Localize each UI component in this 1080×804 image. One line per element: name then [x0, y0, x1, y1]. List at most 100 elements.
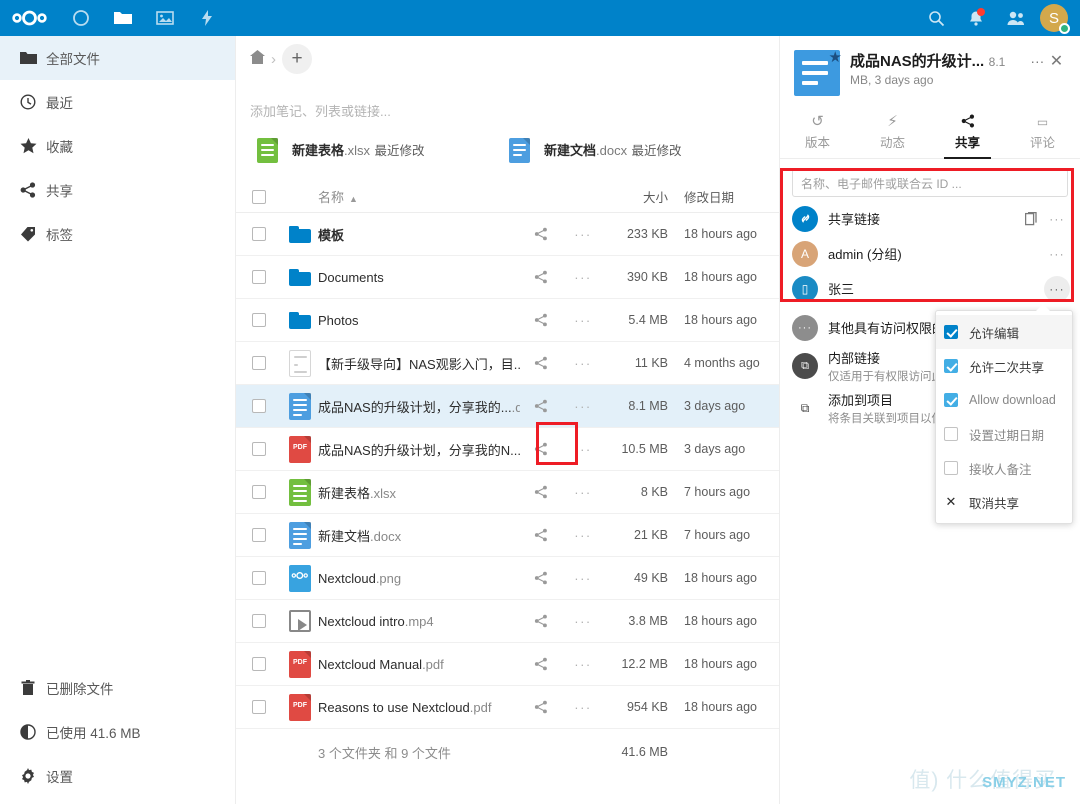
- file-name-cell[interactable]: 新建表格.xlsx: [318, 483, 520, 502]
- sidebar-item-settings[interactable]: 设置: [0, 754, 236, 798]
- menu-item-unshare[interactable]: ✕ 取消共享: [936, 485, 1072, 519]
- sidebar-item-tags[interactable]: 标签: [0, 212, 235, 256]
- row-more-button[interactable]: ···: [562, 356, 604, 371]
- sidebar-item-all-files[interactable]: 全部文件: [0, 36, 235, 80]
- file-name-cell[interactable]: 新建文档.docx: [318, 526, 520, 545]
- table-row[interactable]: 新建文档.docx ··· 21 KB 7 hours ago: [236, 514, 779, 557]
- row-checkbox[interactable]: [252, 485, 266, 499]
- search-icon[interactable]: [916, 0, 956, 36]
- share-row-user[interactable]: ▯ 张三 ···: [780, 271, 1080, 306]
- share-row-link[interactable]: 共享链接 ···: [780, 201, 1080, 236]
- checkbox-unchecked-icon[interactable]: [944, 427, 958, 441]
- checkbox-checked-icon[interactable]: [944, 325, 958, 339]
- tab-comments[interactable]: ▭ 评论: [1005, 108, 1080, 158]
- share-recipient-input[interactable]: 名称、电子邮件或联合云 ID ...: [792, 169, 1068, 197]
- contacts-icon[interactable]: [996, 0, 1036, 36]
- column-header-name[interactable]: 名称 ▲: [318, 187, 520, 206]
- table-row[interactable]: 模板 ··· 233 KB 18 hours ago: [236, 213, 779, 256]
- row-share-icon[interactable]: [520, 313, 562, 327]
- file-name-cell[interactable]: 【新手级导向】NAS观影入门，目....md: [318, 354, 520, 373]
- details-more-button[interactable]: ···: [1028, 50, 1047, 72]
- tab-activity[interactable]: ⚡ 动态: [855, 108, 930, 158]
- copy-link-icon[interactable]: [1018, 206, 1044, 232]
- menu-item-allow-download[interactable]: Allow download: [936, 383, 1072, 417]
- row-share-icon[interactable]: [520, 227, 562, 241]
- row-checkbox[interactable]: [252, 528, 266, 542]
- row-share-icon[interactable]: [520, 485, 562, 499]
- app-icon-activity[interactable]: [186, 0, 228, 36]
- select-all-checkbox[interactable]: [252, 189, 266, 204]
- row-share-icon[interactable]: [520, 270, 562, 284]
- home-icon[interactable]: [250, 49, 265, 69]
- sidebar-item-shared[interactable]: 共享: [0, 168, 235, 212]
- close-icon[interactable]: ✕: [1047, 50, 1066, 72]
- row-more-button[interactable]: ···: [562, 442, 604, 457]
- row-checkbox[interactable]: [252, 614, 266, 628]
- row-more-button[interactable]: ···: [562, 399, 604, 414]
- row-more-button[interactable]: ···: [562, 313, 604, 328]
- menu-item-allow-edit[interactable]: 允许编辑: [936, 315, 1072, 349]
- row-checkbox[interactable]: [252, 227, 266, 241]
- file-name-cell[interactable]: Documents: [318, 270, 520, 285]
- table-row[interactable]: 新建表格.xlsx ··· 8 KB 7 hours ago: [236, 471, 779, 514]
- row-more-button[interactable]: ···: [562, 528, 604, 543]
- row-more-button[interactable]: ···: [562, 270, 604, 285]
- row-checkbox[interactable]: [252, 571, 266, 585]
- file-name-cell[interactable]: 成品NAS的升级计划，分享我的....docx: [318, 397, 520, 416]
- row-more-button[interactable]: ···: [562, 700, 604, 715]
- app-icon-photos[interactable]: [144, 0, 186, 36]
- row-share-icon[interactable]: [520, 442, 562, 456]
- app-icon-dashboard[interactable]: [60, 0, 102, 36]
- row-share-icon[interactable]: [520, 614, 562, 628]
- table-row[interactable]: Nextcloud intro.mp4 ··· 3.8 MB 18 hours ago: [236, 600, 779, 643]
- row-share-icon[interactable]: [520, 571, 562, 585]
- column-header-modified[interactable]: 修改日期: [676, 187, 779, 206]
- avatar[interactable]: S: [1040, 4, 1070, 34]
- row-checkbox[interactable]: [252, 313, 266, 327]
- bell-icon[interactable]: [956, 0, 996, 36]
- row-checkbox[interactable]: [252, 399, 266, 413]
- row-checkbox[interactable]: [252, 657, 266, 671]
- menu-item-note-to-recipient[interactable]: 接收人备注: [936, 451, 1072, 485]
- new-file-button[interactable]: +: [282, 44, 312, 74]
- app-icon-files[interactable]: [102, 0, 144, 44]
- menu-item-allow-resharing[interactable]: 允许二次共享: [936, 349, 1072, 383]
- row-checkbox[interactable]: [252, 356, 266, 370]
- row-checkbox[interactable]: [252, 700, 266, 714]
- row-share-icon[interactable]: [520, 528, 562, 542]
- row-share-icon[interactable]: [520, 356, 562, 370]
- table-row[interactable]: PDF Reasons to use Nextcloud.pdf ··· 954 KB…: [236, 686, 779, 729]
- share-menu-button-active[interactable]: ···: [1044, 275, 1070, 302]
- share-menu-button[interactable]: ···: [1044, 241, 1070, 267]
- nextcloud-logo[interactable]: [0, 0, 60, 36]
- row-checkbox[interactable]: [252, 270, 266, 284]
- column-header-size[interactable]: 大小: [604, 187, 676, 206]
- file-name-cell[interactable]: Nextcloud Manual.pdf: [318, 657, 520, 672]
- row-checkbox[interactable]: [252, 442, 266, 456]
- sidebar-item-quota[interactable]: 已使用 41.6 MB: [0, 710, 236, 754]
- tab-versions[interactable]: ↺ 版本: [780, 108, 855, 158]
- row-share-icon[interactable]: [520, 657, 562, 671]
- menu-item-set-expiration-date[interactable]: 设置过期日期: [936, 417, 1072, 451]
- row-more-button[interactable]: ···: [562, 485, 604, 500]
- sidebar-item-favorites[interactable]: 收藏: [0, 124, 235, 168]
- checkbox-checked-icon[interactable]: [944, 359, 958, 373]
- checkbox-checked-icon[interactable]: [944, 393, 958, 407]
- share-menu-button[interactable]: ···: [1044, 206, 1070, 232]
- row-more-button[interactable]: ···: [562, 614, 604, 629]
- share-row-group[interactable]: A admin (分组) ···: [780, 236, 1080, 271]
- row-more-button[interactable]: ···: [562, 227, 604, 242]
- tab-sharing[interactable]: 共享: [930, 108, 1005, 159]
- table-row[interactable]: PDF 成品NAS的升级计划，分享我的N....pdf ··· 10.5 MB 3 da…: [236, 428, 779, 471]
- row-more-button[interactable]: ···: [562, 657, 604, 672]
- recent-file-item[interactable]: 新建表格.xlsx 最近修改: [250, 138, 502, 163]
- table-row[interactable]: Documents ··· 390 KB 18 hours ago: [236, 256, 779, 299]
- row-more-button[interactable]: ···: [562, 571, 604, 586]
- note-placeholder[interactable]: 添加笔记、列表或链接...: [250, 96, 779, 124]
- sidebar-item-deleted-files[interactable]: 已删除文件: [0, 666, 236, 710]
- table-row[interactable]: Nextcloud.png ··· 49 KB 18 hours ago: [236, 557, 779, 600]
- file-name-cell[interactable]: Reasons to use Nextcloud.pdf: [318, 700, 520, 715]
- file-name-cell[interactable]: Nextcloud intro.mp4: [318, 614, 520, 629]
- sidebar-item-recent[interactable]: 最近: [0, 80, 235, 124]
- file-name-cell[interactable]: Photos: [318, 313, 520, 328]
